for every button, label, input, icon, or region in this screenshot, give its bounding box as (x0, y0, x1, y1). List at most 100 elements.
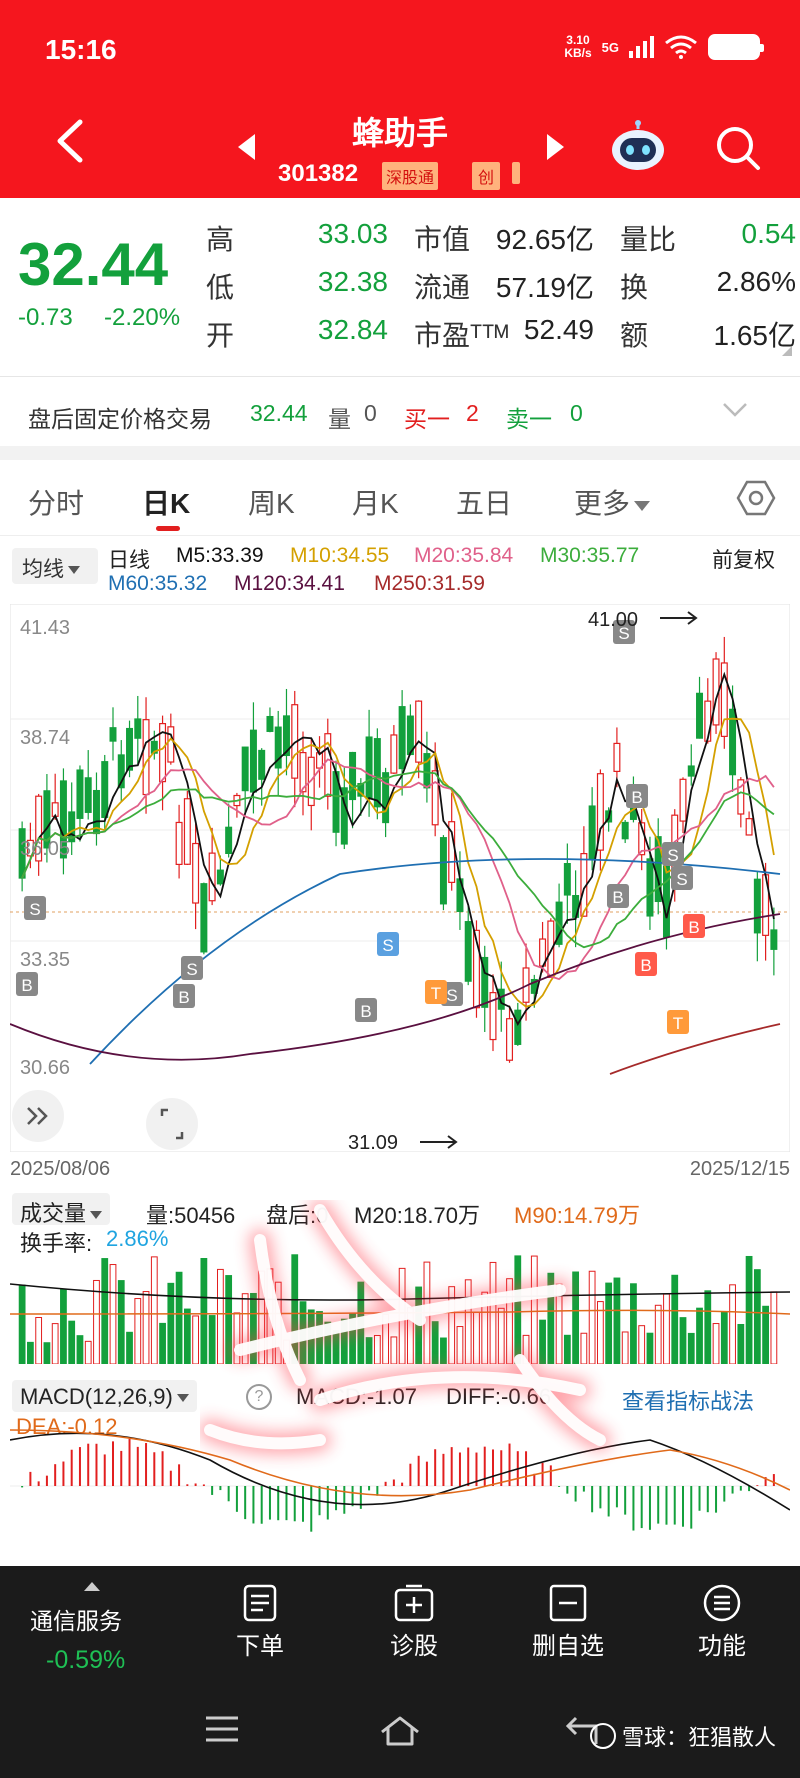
macd-selector-label: MACD(12,26,9) (20, 1384, 173, 1409)
expand-chart-icon[interactable] (146, 1098, 198, 1150)
status-time: 15:16 (45, 34, 117, 65)
value-market-cap: 92.65亿 (495, 224, 594, 255)
macd-indicator-selector[interactable]: MACD(12,26,9) (12, 1380, 197, 1412)
industry-name[interactable]: 通信服务 (30, 1602, 122, 1636)
volume-bar (126, 1331, 133, 1364)
trade-marker-label: B (360, 1002, 371, 1021)
candle-body (514, 1009, 522, 1045)
volume-bar (572, 1271, 580, 1364)
order-button[interactable]: 下单 (200, 1584, 320, 1661)
volume-bar (217, 1268, 224, 1364)
robot-assistant-icon[interactable] (610, 120, 666, 172)
y-tick-4: 33.35 (20, 949, 70, 971)
chevron-down-icon[interactable] (722, 402, 748, 418)
caret-down-icon (176, 1394, 189, 1403)
candle-body (753, 878, 761, 934)
volume-bar (68, 1320, 76, 1364)
tab-more[interactable]: 更多 (574, 482, 651, 522)
ma-m10: M10:34.55 (290, 544, 390, 567)
volume-bar (563, 1334, 571, 1364)
y-tick-2: 38.74 (20, 727, 70, 749)
current-price: 32.44 (18, 231, 169, 298)
expand-up-icon[interactable] (84, 1582, 100, 1591)
volume-bar (489, 1261, 497, 1364)
after-hours-vol-label: 量 (328, 406, 351, 432)
volume-bar (349, 1312, 356, 1364)
label-turnover: 换 (620, 272, 649, 303)
volume-bar (43, 1342, 51, 1364)
candle-body (506, 1018, 514, 1061)
volume-bar (638, 1325, 646, 1364)
watermark: 雪球：狂猖散人 (589, 1720, 776, 1752)
volume-bar (332, 1330, 340, 1364)
help-icon[interactable]: ? (246, 1384, 272, 1410)
expand-corner-icon[interactable] (782, 346, 792, 356)
trade-marker-label: B (612, 888, 623, 907)
volume-bar (530, 1255, 538, 1364)
section-gap (0, 446, 800, 460)
diagnose-button[interactable]: 诊股 (354, 1584, 474, 1661)
tag-more (512, 162, 520, 184)
tab-five-day[interactable]: 五日 (456, 482, 512, 522)
adjust-mode[interactable]: 前复权 (712, 544, 775, 574)
settings-hex-icon[interactable] (736, 478, 776, 518)
candle-body (439, 837, 447, 905)
after-hours-row[interactable]: 盘后固定价格交易 32.44 量 0 买一 2 卖一 0 (0, 376, 800, 446)
volume-bar (373, 1334, 381, 1364)
net-speed: 3.10 KB/s (564, 34, 591, 60)
volume-bar (250, 1292, 257, 1364)
home-icon[interactable] (378, 1714, 422, 1748)
candle-body (126, 727, 134, 771)
tab-daily-k[interactable]: 日K (142, 482, 190, 522)
volume-bar (357, 1281, 365, 1364)
tab-more-label: 更多 (574, 488, 631, 519)
volume-bar (431, 1321, 439, 1364)
candle-body (167, 726, 175, 763)
label-market-cap: 市值 (414, 224, 471, 255)
volume-bar (753, 1269, 761, 1364)
ma-m5: M5:33.39 (176, 544, 264, 567)
quote-panel: 32.44 -0.73 -2.20% 高 33.03 市值 92.65亿 量比 … (0, 198, 800, 376)
candle-body (84, 777, 92, 813)
indicator-strategy-link[interactable]: 查看指标战法 (622, 1384, 754, 1416)
trade-marker-label: T (431, 984, 441, 1003)
trade-marker-label: B (21, 976, 32, 995)
candle-body (687, 765, 695, 777)
tab-weekly-k[interactable]: 周K (248, 482, 295, 522)
tab-intraday[interactable]: 分时 (28, 482, 84, 522)
net-speed-unit: KB/s (564, 46, 592, 60)
order-icon (243, 1584, 277, 1622)
candle-body (662, 865, 670, 938)
volume-bar (481, 1291, 489, 1364)
volume-bar (720, 1311, 728, 1364)
volume-indicator-selector[interactable]: 成交量 (12, 1193, 111, 1226)
trade-marker-label: S (667, 846, 678, 865)
remove-watchlist-button[interactable]: 删自选 (508, 1584, 628, 1661)
ma-selector[interactable]: 均线 (12, 548, 98, 584)
value-amount: 1.65亿 (713, 320, 797, 351)
candle-body (200, 883, 208, 953)
menu-icon (703, 1584, 741, 1622)
volume-bar (18, 1284, 26, 1364)
label-volume-ratio: 量比 (620, 224, 677, 255)
candle-body (613, 742, 621, 772)
candle-body (142, 719, 150, 796)
recent-apps-icon[interactable] (204, 1714, 240, 1744)
search-icon[interactable] (714, 124, 762, 172)
volume-bar (762, 1305, 770, 1364)
volume-bar (258, 1270, 266, 1364)
trade-marker-label: S (186, 960, 197, 979)
tab-monthly-k[interactable]: 月K (352, 482, 399, 522)
kline-chart[interactable]: SBSBBSSBBSSBBTTS 41.43 38.74 36.05 33.35… (10, 604, 790, 1152)
trade-marker-label: S (382, 936, 393, 955)
functions-button[interactable]: 功能 (662, 1584, 782, 1661)
stock-code: 301382 (278, 160, 359, 187)
next-stock-icon[interactable] (546, 134, 564, 160)
diagnose-label: 诊股 (390, 1633, 438, 1660)
candle-body (365, 736, 373, 800)
volume-bar (241, 1293, 249, 1364)
collapse-panel-icon[interactable] (12, 1090, 64, 1142)
candle-body (646, 858, 654, 917)
trade-marker-label: S (29, 900, 40, 919)
volume-bar (654, 1304, 662, 1364)
